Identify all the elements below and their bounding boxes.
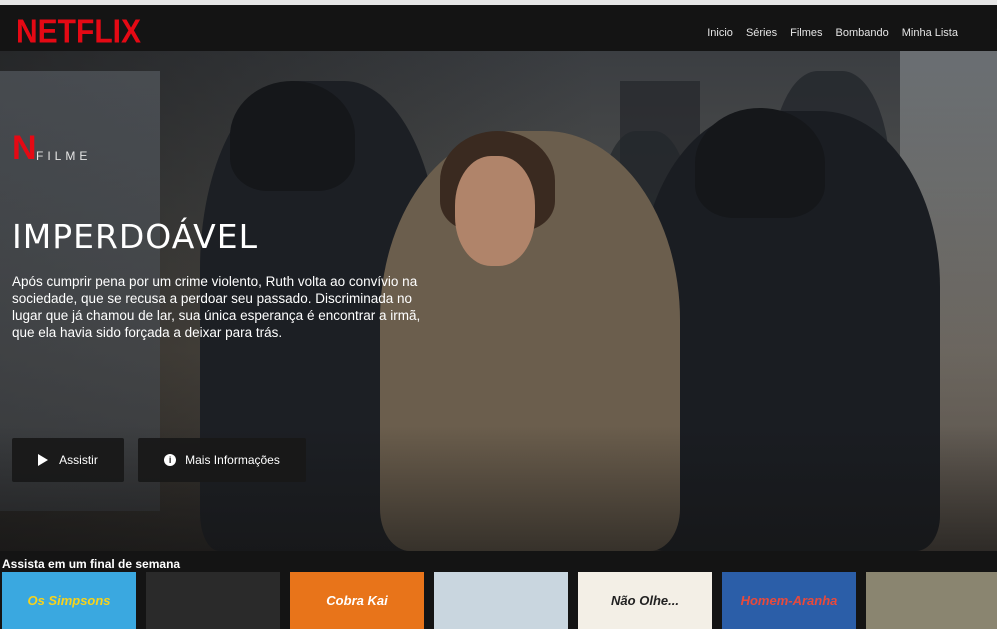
row-title: Assista em um final de semana [2,557,181,571]
info-icon: i [164,454,177,466]
main-nav: Inicio Séries Filmes Bombando Minha List… [707,27,958,39]
nav-link-series[interactable]: Séries [746,27,777,39]
nav-link-filmes[interactable]: Filmes [790,27,822,39]
thumbnail-title: Cobra Kai [326,593,388,608]
thumbnail-title: Os Simpsons [27,593,111,608]
thumbnail-row: Os Simpsons Cobra Kai Não Olhe... Homem-… [2,572,997,629]
hero-banner: N FILME IMPERDOÁVEL Após cumprir pena po… [0,51,997,551]
play-button[interactable]: Assistir [12,438,124,482]
thumbnail-card[interactable] [434,572,568,629]
content-type-label: FILME [36,149,92,163]
hero-description: Após cumprir pena por um crime violento,… [12,274,421,340]
nav-link-bombando[interactable]: Bombando [836,27,889,39]
nav-link-inicio[interactable]: Inicio [707,27,733,39]
thumbnail-card[interactable] [866,572,997,629]
thumbnail-card[interactable]: Não Olhe... [578,572,712,629]
thumbnail-card[interactable]: Cobra Kai [290,572,424,629]
nav-link-minha-lista[interactable]: Minha Lista [902,27,958,39]
thumbnail-card[interactable] [146,572,280,629]
play-button-label: Assistir [59,453,98,467]
netflix-logo[interactable]: NETFLIX [16,14,141,51]
thumbnail-title: Homem-Aranha [740,593,838,608]
thumbnail-title: Não Olhe... [611,593,679,608]
netflix-n-badge-icon: N [12,129,37,167]
thumbnail-card[interactable]: Os Simpsons [2,572,136,629]
thumbnail-card[interactable]: Homem-Aranha [722,572,856,629]
play-icon [38,454,49,466]
hero-title: IMPERDOÁVEL [12,217,258,256]
top-navbar: NETFLIX Inicio Séries Filmes Bombando Mi… [0,5,997,51]
more-info-button[interactable]: i Mais Informações [138,438,306,482]
more-info-button-label: Mais Informações [185,453,280,467]
